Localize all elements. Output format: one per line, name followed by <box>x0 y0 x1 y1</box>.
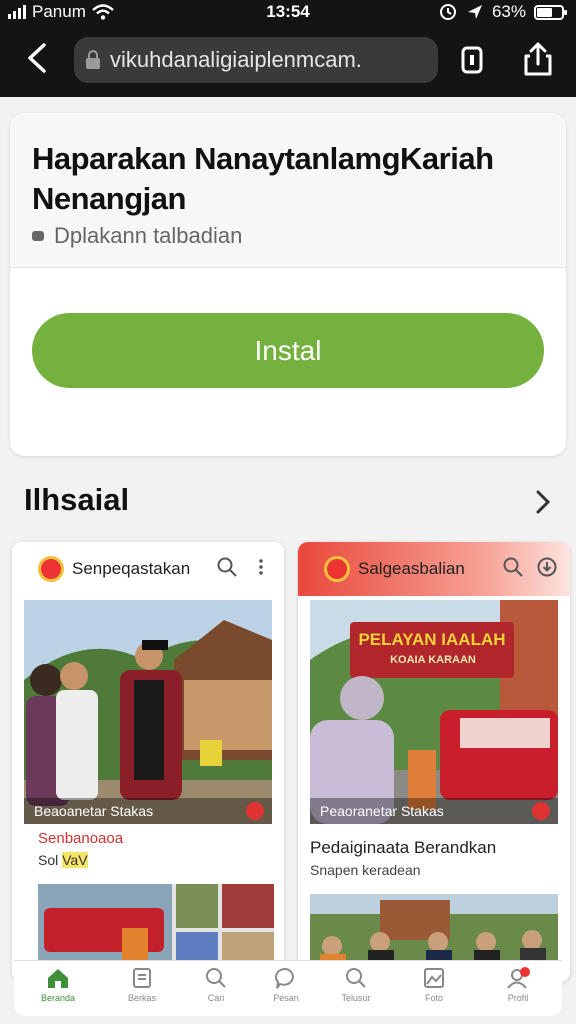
browser-toolbar: vikuhdanaligiaiplenmcam. <box>0 30 576 90</box>
badge-icon <box>246 802 264 820</box>
battery-level <box>537 7 553 17</box>
share-icon[interactable] <box>520 40 556 78</box>
app-subtitle-text: Dplakann talbadian <box>54 223 243 248</box>
chat-icon <box>275 967 294 989</box>
document-icon <box>133 968 151 988</box>
hero-photo: Peaoranetar Stakas PELAYAN IAALAH KOAIA … <box>310 600 558 824</box>
nav-item-messages[interactable]: Pesan <box>256 967 316 1013</box>
nav-item-files[interactable]: Berkas <box>112 967 172 1013</box>
alarm-icon <box>439 4 456 20</box>
nav-item-home[interactable]: Beranda <box>28 967 88 1013</box>
battery-icon <box>534 4 567 20</box>
info-icon <box>32 231 44 241</box>
screenshot-line-1: Senbanoaoa <box>38 830 124 847</box>
search-icon <box>206 968 226 988</box>
badge-icon <box>532 802 550 820</box>
hero-caption: Beaoanetar Stakas <box>24 798 272 824</box>
hero-caption: Peaoranetar Stakas <box>310 798 558 824</box>
image-icon <box>424 968 444 988</box>
line-2-prefix: Sol <box>38 852 63 868</box>
search-icon <box>217 557 237 577</box>
line-2-highlight: VaV <box>62 852 88 868</box>
tabs-icon[interactable] <box>456 44 488 76</box>
app-subtitle: Dplakann talbadian <box>32 223 242 249</box>
screenshot-header: Salgeasbalian <box>298 542 570 596</box>
nav-label: Cari <box>207 993 225 1003</box>
home-icon <box>48 969 68 988</box>
nav-label: Beranda <box>40 993 76 1003</box>
profile-icon <box>507 967 530 989</box>
hero-photo: Beaoanetar Stakas <box>24 600 272 824</box>
install-card: Haparakan NanaytanlamgKariah Nenangjan D… <box>10 113 566 456</box>
lock-icon <box>86 50 100 69</box>
nav-label: Berkas <box>127 993 156 1003</box>
chevron-right-icon[interactable] <box>530 488 556 516</box>
back-icon[interactable] <box>20 40 56 76</box>
app-logo-icon <box>38 556 64 582</box>
nav-item-search[interactable]: Cari <box>186 967 246 1013</box>
screenshot-header: Senpeqastakan <box>12 542 284 596</box>
status-bar: Panum 13:54 63% <box>0 0 576 26</box>
screenshot-2[interactable]: Salgeasbalian Peaoranetar Stakas PELAYAN… <box>298 542 570 982</box>
download-icon <box>537 557 557 577</box>
bottom-nav: Beranda Berkas Cari Pesan Telusur Foto P… <box>14 960 562 1016</box>
battery-percent: 63% <box>491 2 526 21</box>
location-icon <box>467 5 482 19</box>
browser-chrome: Panum 13:54 63% vikuhdanaligiaiplenmcam. <box>0 0 576 97</box>
section-title: Ilhsaial <box>24 482 130 517</box>
screenshot-line-2: Sol VaV <box>38 852 88 868</box>
app-logo-icon <box>324 556 350 582</box>
install-button[interactable]: Instal <box>32 313 544 388</box>
nav-label: Pesan <box>273 993 299 1003</box>
banner-headline: PELAYAN IAALAH <box>358 630 506 649</box>
banner-subline: KOAIA KARAAN <box>390 654 476 666</box>
search-icon <box>503 557 523 577</box>
nav-item-photos[interactable]: Foto <box>404 967 464 1013</box>
screenshot-line-2: Snapen keradean <box>310 862 421 878</box>
more-vertical-icon <box>259 559 263 575</box>
village-photo <box>24 600 272 824</box>
url-text: vikuhdanaligiaiplenmcam. <box>110 47 362 72</box>
nav-label: Foto <box>424 993 443 1003</box>
nav-label: Telusur <box>341 993 371 1003</box>
screenshot-line-1: Pedaiginaata Berandkan <box>310 838 497 857</box>
screenshot-1[interactable]: Senpeqastakan Beaoanetar Stakas Senbanoa… <box>12 542 284 982</box>
nav-label: Profil <box>507 993 529 1003</box>
screenshot-app-name: Senpeqastakan <box>72 559 191 578</box>
url-bar[interactable]: vikuhdanaligiaiplenmcam. <box>74 37 438 83</box>
install-card-header: Haparakan NanaytanlamgKariah Nenangjan D… <box>10 113 566 268</box>
search-icon <box>346 968 366 988</box>
nav-item-profile[interactable]: Profil <box>488 967 548 1013</box>
screenshot-app-name: Salgeasbalian <box>358 559 465 578</box>
nav-item-explore[interactable]: Telusur <box>326 967 386 1013</box>
app-title: Haparakan NanaytanlamgKariah Nenangjan <box>32 141 494 216</box>
